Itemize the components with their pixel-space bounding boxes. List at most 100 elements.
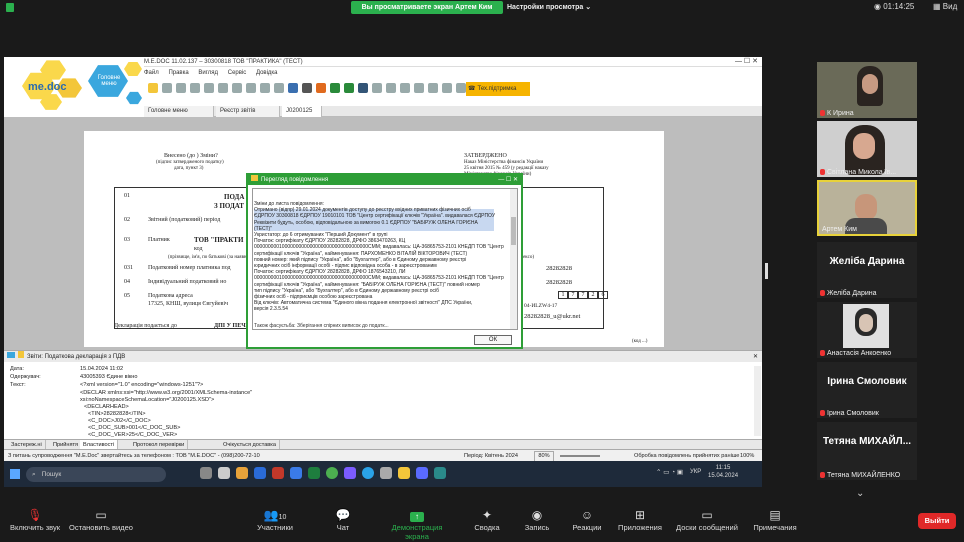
ok-button[interactable]: ОК <box>474 335 512 345</box>
refresh-icon[interactable] <box>400 83 410 93</box>
app-icon[interactable] <box>218 467 230 479</box>
print-icon[interactable] <box>204 83 214 93</box>
add-icon[interactable] <box>148 83 158 93</box>
participant-tile-active[interactable]: Артем Ким <box>817 180 917 236</box>
participant-name: Тетяна МИХАЙЛЕНКО <box>820 472 900 479</box>
outlook-icon[interactable] <box>254 467 266 479</box>
filter-icon[interactable] <box>372 83 382 93</box>
settings-icon[interactable] <box>386 83 396 93</box>
taskbar-clock[interactable]: 11:15 15.04.2024 <box>708 464 738 480</box>
participant-tile[interactable]: Ірина Смоловик Ірина Смоловик <box>817 362 917 418</box>
collapse-icon[interactable] <box>7 352 15 358</box>
message-details-panel: Дата: 15.04.2024 11:02 Одержувач: 430053… <box>4 362 762 439</box>
pdf-icon[interactable] <box>316 83 326 93</box>
medoc-icon[interactable] <box>398 467 410 479</box>
unmute-button[interactable]: 🎙 Включить звук <box>0 505 70 532</box>
open-icon[interactable] <box>162 83 172 93</box>
dialog-scrollbar[interactable] <box>510 189 517 329</box>
telegram-icon[interactable] <box>362 467 374 479</box>
main-menu-hex-button[interactable]: Головне меню <box>92 75 126 87</box>
participant-tile[interactable]: Желіба Дарина Желіба Дарина <box>817 242 917 298</box>
menu-service[interactable]: Сервіс <box>228 70 247 76</box>
list-icon[interactable] <box>218 83 228 93</box>
chat-label: Чат <box>336 523 350 532</box>
globe-icon[interactable] <box>344 83 354 93</box>
taskbar-search[interactable]: ⌕ Пошук <box>26 467 166 482</box>
archive-icon[interactable] <box>302 83 312 93</box>
tech-support-button[interactable]: ☎ Тех.підтримка <box>466 82 530 96</box>
xml-icon[interactable] <box>330 83 340 93</box>
shared-screen: me.doc Головне меню M.E.DOC 11.02.137 – … <box>4 57 762 487</box>
system-tray-icons[interactable]: ⌃ ▭ ◔ ▣ <box>656 468 683 476</box>
zoom-icon[interactable] <box>416 467 428 479</box>
powerpoint-icon[interactable] <box>272 467 284 479</box>
windows-start-icon[interactable] <box>10 469 20 479</box>
search-icon[interactable] <box>358 83 368 93</box>
whiteboards-button[interactable]: ▭ Доски сообщений <box>670 505 744 532</box>
export-icon[interactable] <box>428 83 438 93</box>
chevron-down-icon[interactable]: ⌄ <box>856 488 864 499</box>
chat-button[interactable]: 💬 Чат <box>308 505 378 532</box>
dialog-scroll-thumb[interactable] <box>511 217 516 245</box>
participant-name-large: Тетяна МИХАЙЛ... <box>822 436 912 447</box>
import-icon[interactable] <box>442 83 452 93</box>
check-icon[interactable] <box>260 83 270 93</box>
participants-button[interactable]: 👥10 Участники <box>240 505 310 532</box>
share-screen-button[interactable]: ↑ Демонстрация экрана <box>380 505 454 541</box>
menu-file[interactable]: Файл <box>144 70 159 76</box>
menu-edit[interactable]: Правка <box>168 70 188 76</box>
language-indicator[interactable]: УКР <box>690 469 701 475</box>
gear-icon[interactable] <box>456 83 466 93</box>
apps-button[interactable]: ⊞ Приложения <box>605 505 675 532</box>
tech-support-label: Тех.підтримка <box>477 86 517 92</box>
file-explorer-icon[interactable] <box>236 467 248 479</box>
table-icon[interactable] <box>232 83 242 93</box>
zoom-slider[interactable] <box>560 455 600 457</box>
tab-reports-registry[interactable]: Реєстр звітів <box>216 106 280 117</box>
menu-view[interactable]: Вигляд <box>198 70 218 76</box>
lock-icon[interactable] <box>414 83 424 93</box>
stop-video-button[interactable]: ▭ Остановить видео <box>66 505 136 532</box>
menu-help[interactable]: Довідка <box>256 70 278 76</box>
row-03-text: Платник <box>148 237 170 243</box>
app-icon[interactable] <box>380 467 392 479</box>
panel-resize-handle[interactable] <box>765 263 768 279</box>
chrome-icon[interactable] <box>326 467 338 479</box>
headset-icon: ☎ <box>468 86 476 92</box>
sign-icon[interactable] <box>274 83 284 93</box>
document-tabs: Головне меню Реєстр звітів J0200125 Х <box>144 106 762 125</box>
save-icon[interactable] <box>176 83 186 93</box>
participant-tile[interactable]: К Ирина <box>817 62 917 118</box>
view-options-menu[interactable]: Настройки просмотра ⌄ <box>507 1 591 14</box>
mic-muted-icon <box>820 110 825 117</box>
form-icon[interactable] <box>246 83 256 93</box>
leave-button[interactable]: Выйти <box>918 513 956 529</box>
viber-icon[interactable] <box>344 467 356 479</box>
copy-icon[interactable] <box>190 83 200 93</box>
dialog-window-controls[interactable]: — ☐ ✕ <box>498 175 518 185</box>
window-controls[interactable]: — ☐ ✕ <box>735 57 758 67</box>
participant-face <box>862 74 878 94</box>
dialog-icon <box>251 175 258 181</box>
detail-key: Одержувач: <box>10 374 41 380</box>
task-view-icon[interactable] <box>200 467 212 479</box>
view-button[interactable]: ▦ Вид <box>933 2 957 11</box>
notes-icon: ▤ <box>769 508 781 522</box>
xml-text[interactable]: <DECLAR xmlns:xsi="http://www.w3.org/200… <box>80 390 252 439</box>
panel-scrollbar[interactable] <box>754 366 761 436</box>
tab-j0200125[interactable]: J0200125 Х <box>282 106 322 125</box>
participant-tile[interactable]: Тетяна МИХАЙЛ... Тетяна МИХАЙЛЕНКО <box>817 422 917 480</box>
notes-button[interactable]: ▤ Примечания <box>740 505 810 532</box>
dialog-message-text[interactable]: Зміни до листа повідомлення: Отримано (в… <box>254 201 510 327</box>
app-icon[interactable] <box>290 467 302 479</box>
excel-icon[interactable] <box>308 467 320 479</box>
participant-tile[interactable]: Анастасія Анкоенко <box>817 302 917 358</box>
send-icon[interactable] <box>288 83 298 93</box>
shield-icon <box>6 3 14 12</box>
participant-name-text: Артем Ким <box>822 226 857 233</box>
app-icon[interactable] <box>434 467 446 479</box>
participant-tile[interactable]: Світлана Микола їв... <box>817 121 917 177</box>
zoom-control-bar: 🎙 Включить звук ▭ Остановить видео 👥10 Учас… <box>0 505 964 542</box>
dialog-line: 0000000001000000000000000000000000000000… <box>254 275 504 282</box>
tab-main-menu[interactable]: Головне меню <box>144 106 214 117</box>
